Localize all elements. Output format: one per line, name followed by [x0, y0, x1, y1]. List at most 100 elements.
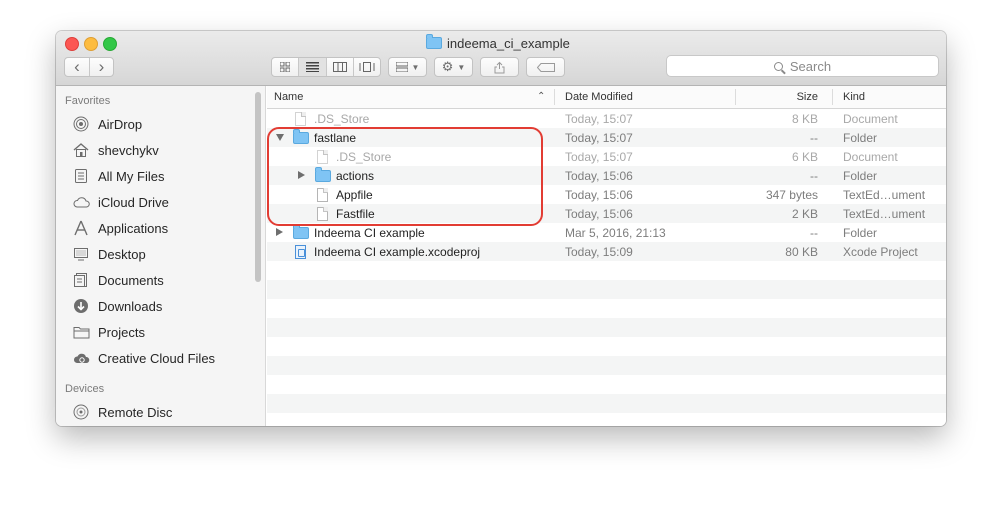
list-view-button[interactable]: [299, 58, 327, 76]
disclosure-collapsed-icon[interactable]: [276, 228, 283, 236]
airdrop-icon: [72, 116, 90, 132]
file-size: --: [810, 130, 818, 145]
close-window-button[interactable]: [65, 37, 79, 51]
file-date: Today, 15:07: [565, 111, 633, 126]
empty-row: [267, 413, 946, 426]
sidebar-item-label: Remote Disc: [98, 404, 173, 420]
sidebar-item-icloud-drive[interactable]: iCloud Drive: [72, 191, 169, 213]
search-placeholder: Search: [789, 58, 832, 74]
sidebar-scrollbar[interactable]: [255, 92, 261, 282]
column-header-name[interactable]: Name: [274, 86, 554, 108]
file-row-actions[interactable]: actions Today, 15:06 -- Folder: [267, 166, 946, 185]
file-row-ds-store[interactable]: .DS_Store Today, 15:07 8 KB Document: [267, 109, 946, 128]
sidebar-item-home[interactable]: shevchykv: [72, 139, 159, 161]
search-field[interactable]: Search: [666, 55, 939, 77]
file-list: Name ⌃ Date Modified Size Kind .DS_Store…: [267, 86, 946, 426]
column-header-kind[interactable]: Kind: [843, 86, 943, 108]
file-size: 347 bytes: [765, 187, 818, 202]
arrange-icon: [395, 62, 408, 72]
file-name: Appfile: [336, 187, 373, 202]
file-kind: Document: [843, 111, 898, 126]
empty-row: [267, 337, 946, 356]
share-button[interactable]: [480, 57, 519, 77]
file-row-appfile[interactable]: Appfile Today, 15:06 347 bytes TextEd…um…: [267, 185, 946, 204]
empty-row: [267, 375, 946, 394]
file-size: 6 KB: [791, 149, 818, 164]
column-divider[interactable]: [832, 89, 833, 105]
minimize-window-button[interactable]: [84, 37, 98, 51]
xcodeproj-icon: [295, 245, 306, 259]
file-row-indeema-ci-example[interactable]: Indeema CI example Mar 5, 2016, 21:13 --…: [267, 223, 946, 242]
home-icon: [72, 142, 90, 158]
chevron-right-icon: ›: [98, 57, 105, 76]
share-icon: [494, 61, 505, 73]
search-icon: [773, 61, 783, 71]
sidebar-item-label: iCloud Drive: [98, 194, 169, 210]
documents-icon: [72, 272, 90, 288]
devices-heading: Devices: [65, 383, 105, 395]
file-name: Indeema CI example.xcodeproj: [314, 244, 481, 259]
sidebar-item-applications[interactable]: Applications: [72, 217, 168, 239]
window-title: indeema_ci_example: [426, 34, 570, 52]
view-mode-control: [271, 57, 381, 77]
file-row-xcodeproj[interactable]: Indeema CI example.xcodeproj Today, 15:0…: [267, 242, 946, 261]
desktop-icon: [72, 246, 90, 262]
file-date: Today, 15:06: [565, 168, 633, 183]
icon-view-button[interactable]: [272, 58, 300, 76]
tags-button[interactable]: [526, 57, 565, 77]
sidebar-item-documents[interactable]: Documents: [72, 269, 164, 291]
sidebar: Favorites AirDrop shevchykv All My Files…: [56, 86, 266, 426]
folder-icon: [315, 167, 331, 182]
sidebar-item-creative-cloud-files[interactable]: Creative Cloud Files: [72, 347, 215, 369]
sidebar-item-downloads[interactable]: Downloads: [72, 295, 162, 317]
disclosure-collapsed-icon[interactable]: [298, 171, 305, 179]
sidebar-item-label: Documents: [98, 272, 164, 288]
file-kind: Document: [843, 149, 898, 164]
tag-icon: [536, 62, 555, 72]
disc-icon: [72, 404, 90, 420]
file-date: Mar 5, 2016, 21:13: [565, 225, 666, 240]
sidebar-item-desktop[interactable]: Desktop: [72, 243, 146, 265]
folder-icon: [293, 129, 309, 144]
arrange-button[interactable]: ▼: [388, 57, 427, 77]
column-divider[interactable]: [554, 89, 555, 105]
back-button[interactable]: ‹: [65, 57, 90, 76]
file-date: Today, 15:06: [565, 187, 633, 202]
file-kind: Folder: [843, 225, 878, 240]
file-date: Today, 15:07: [565, 149, 633, 164]
empty-row: [267, 318, 946, 337]
file-kind: Folder: [843, 168, 878, 183]
list-icon: [305, 62, 319, 72]
sidebar-item-all-my-files[interactable]: All My Files: [72, 165, 164, 187]
column-view-button[interactable]: [327, 58, 354, 76]
empty-row: [267, 261, 946, 280]
applications-icon: [72, 220, 90, 236]
empty-row: [267, 356, 946, 375]
sidebar-item-projects[interactable]: Projects: [72, 321, 145, 343]
cover-flow-button[interactable]: [354, 58, 380, 76]
forward-button[interactable]: ›: [90, 57, 113, 76]
empty-row: [267, 299, 946, 318]
sidebar-item-airdrop[interactable]: AirDrop: [72, 113, 142, 135]
action-button[interactable]: ⚙ ▼: [434, 57, 473, 77]
creative-cloud-icon: [72, 350, 90, 366]
file-row-fastfile[interactable]: Fastfile Today, 15:06 2 KB TextEd…ument: [267, 204, 946, 223]
chevron-down-icon: ▼: [457, 62, 466, 72]
file-row-ds-store[interactable]: .DS_Store Today, 15:07 6 KB Document: [267, 147, 946, 166]
file-name: .DS_Store: [336, 149, 392, 164]
disclosure-expanded-icon[interactable]: [276, 134, 284, 141]
file-size: --: [810, 225, 818, 240]
column-header-size[interactable]: Size: [736, 86, 818, 108]
sidebar-item-label: Creative Cloud Files: [98, 350, 216, 366]
document-icon: [317, 207, 328, 221]
column-header-date[interactable]: Date Modified: [565, 86, 735, 108]
finder-window: indeema_ci_example ‹ › ▼ ⚙ ▼ Search Favo…: [56, 31, 946, 426]
zoom-window-button[interactable]: [103, 37, 117, 51]
empty-row: [267, 394, 946, 413]
sidebar-item-remote-disc[interactable]: Remote Disc: [72, 401, 172, 423]
file-size: 80 KB: [785, 244, 818, 259]
file-row-fastlane[interactable]: fastlane Today, 15:07 -- Folder: [267, 128, 946, 147]
columns-icon: [332, 62, 347, 72]
file-date: Today, 15:07: [565, 130, 633, 145]
sidebar-item-label: Downloads: [98, 298, 163, 314]
